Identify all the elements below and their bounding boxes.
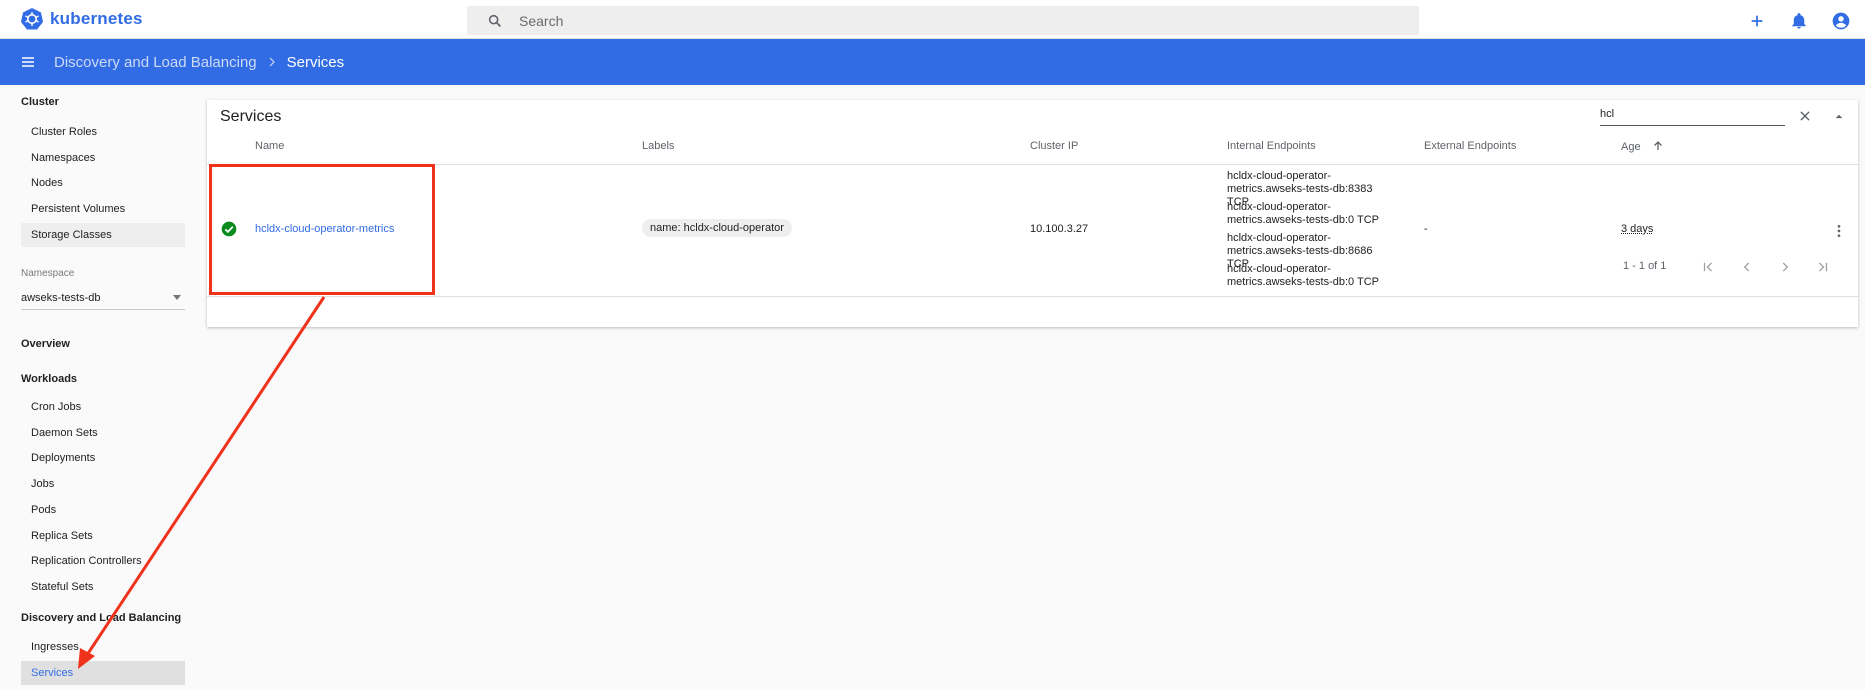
more-vert-icon[interactable]	[1829, 221, 1849, 241]
namespace-select[interactable]: awseks-tests-db	[21, 286, 185, 310]
internal-endpoint: hcldx-cloud-operator-metrics.awseks-test…	[1227, 201, 1380, 226]
sidebar-discovery-heading[interactable]: Discovery and Load Balancing	[21, 612, 181, 624]
logo-text: kubernetes	[50, 9, 143, 28]
annotation-highlight-box	[209, 164, 435, 295]
kubernetes-logo-icon	[21, 8, 43, 30]
namespace-label: Namespace	[21, 268, 75, 279]
breadcrumb-services: Services	[286, 53, 345, 71]
internal-endpoint: hcldx-cloud-operator-metrics.awseks-test…	[1227, 263, 1380, 288]
search-input[interactable]	[517, 11, 1321, 30]
account-icon[interactable]	[1829, 9, 1853, 33]
global-search[interactable]	[467, 6, 1419, 35]
sidebar-item-persistent-volumes[interactable]: Persistent Volumes	[21, 197, 185, 221]
kubernetes-logo[interactable]: kubernetes	[20, 7, 143, 31]
age-value: 3 days	[1621, 223, 1654, 235]
sidebar-item-nodes[interactable]: Nodes	[21, 171, 185, 195]
breadcrumb-discovery[interactable]: Discovery and Load Balancing	[54, 54, 257, 71]
column-header-cluster-ip: Cluster IP	[1030, 140, 1079, 152]
column-header-age[interactable]: Age	[1621, 140, 1664, 153]
services-card: Services Name Labels Cluster IP Internal…	[207, 100, 1858, 327]
page-header: Discovery and Load Balancing Services	[0, 39, 1865, 85]
search-icon	[488, 14, 501, 27]
row-divider	[207, 296, 1858, 297]
column-header-labels: Labels	[642, 140, 675, 152]
top-actions	[1727, 9, 1853, 33]
last-page-icon[interactable]	[1813, 257, 1833, 277]
sidebar-item-ingresses[interactable]: Ingresses	[21, 635, 185, 659]
sidebar-item-storage-classes[interactable]: Storage Classes	[21, 223, 185, 247]
sidebar-item-stateful-sets[interactable]: Stateful Sets	[21, 575, 185, 599]
sidebar-workloads-heading[interactable]: Workloads	[21, 373, 77, 385]
namespace-value: awseks-tests-db	[21, 291, 101, 304]
cluster-ip: 10.100.3.27	[1030, 223, 1089, 235]
sidebar-overview[interactable]: Overview	[21, 338, 70, 350]
column-header-name[interactable]: Name	[255, 140, 284, 152]
external-endpoints: -	[1424, 223, 1428, 235]
top-bar: kubernetes	[0, 0, 1865, 39]
column-header-internal-endpoints: Internal Endpoints	[1227, 140, 1316, 152]
dropdown-arrow-icon	[173, 295, 181, 300]
sidebar-item-cron-jobs[interactable]: Cron Jobs	[21, 395, 185, 419]
sidebar-item-namespaces[interactable]: Namespaces	[21, 146, 185, 170]
card-title: Services	[220, 108, 282, 125]
age-header-label: Age	[1621, 141, 1641, 153]
sidebar-item-replica-sets[interactable]: Replica Sets	[21, 524, 185, 548]
sort-arrow-up-icon	[1653, 141, 1662, 150]
header-divider	[207, 164, 1858, 165]
filter-field[interactable]	[1600, 108, 1785, 126]
chevron-right-icon	[266, 56, 278, 68]
sidebar: Cluster Cluster Roles Namespaces Nodes P…	[0, 86, 200, 690]
sidebar-item-jobs[interactable]: Jobs	[21, 472, 185, 496]
sidebar-item-cluster-roles[interactable]: Cluster Roles	[21, 120, 185, 144]
label-chip: name: hcldx-cloud-operator	[642, 219, 792, 237]
notifications-icon[interactable]	[1787, 9, 1811, 33]
previous-page-icon[interactable]	[1737, 257, 1757, 277]
clear-filter-icon[interactable]	[1795, 106, 1815, 126]
sidebar-item-services[interactable]: Services	[21, 661, 185, 685]
sidebar-item-pods[interactable]: Pods	[21, 498, 185, 522]
pagination-range: 1 - 1 of 1	[1623, 260, 1667, 272]
sidebar-item-daemon-sets[interactable]: Daemon Sets	[21, 421, 185, 445]
column-header-external-endpoints: External Endpoints	[1424, 140, 1517, 152]
collapse-icon[interactable]	[1829, 106, 1849, 126]
add-icon[interactable]	[1745, 9, 1769, 33]
sidebar-item-replication-controllers[interactable]: Replication Controllers	[21, 549, 185, 573]
filter-input[interactable]	[1600, 108, 1780, 120]
sidebar-cluster-heading[interactable]: Cluster	[21, 96, 59, 108]
next-page-icon[interactable]	[1775, 257, 1795, 277]
first-page-icon[interactable]	[1698, 257, 1718, 277]
sidebar-item-deployments[interactable]: Deployments	[21, 446, 185, 470]
menu-icon[interactable]	[20, 54, 36, 70]
